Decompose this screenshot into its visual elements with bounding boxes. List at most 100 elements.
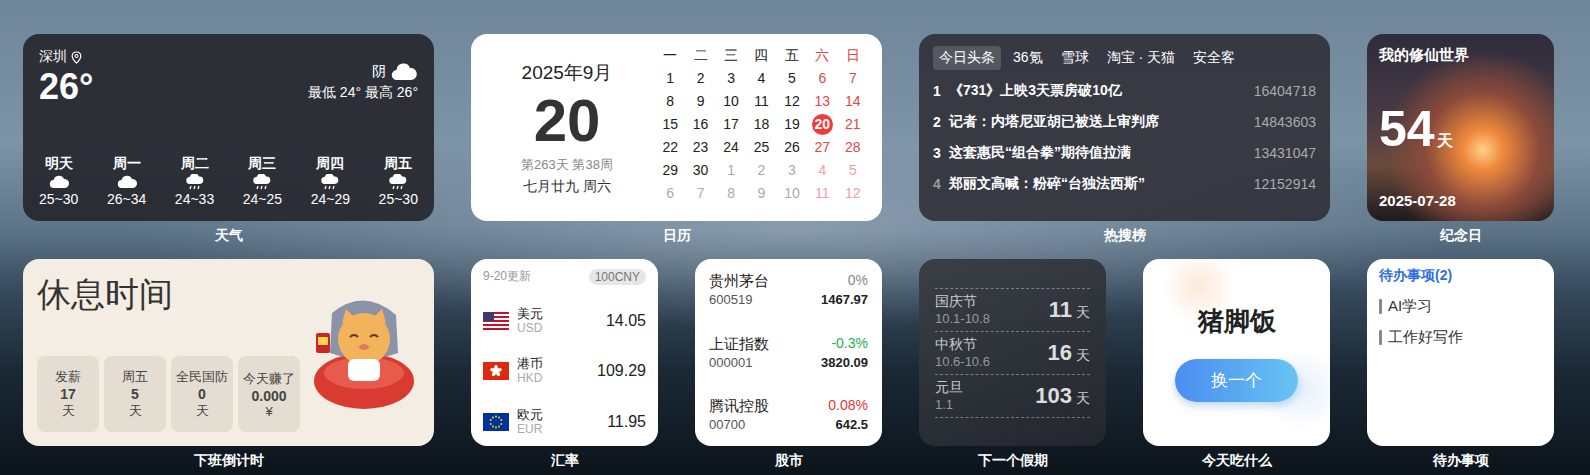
anniversary-date: 2025-07-28 [1379,192,1542,209]
calendar-day[interactable]: 12 [781,91,802,112]
stock-row[interactable]: 贵州茅台6005190%1467.97 [709,271,868,309]
source-tab[interactable]: 雪球 [1055,46,1095,70]
calendar-day[interactable]: 29 [660,160,681,181]
calendar-day[interactable]: 4 [751,68,772,89]
widget-label: 股市 [695,451,882,470]
calendar-day[interactable]: 28 [842,137,863,158]
source-tabs: 今日头条36氪雪球淘宝 · 天猫安全客 [933,46,1316,70]
calendar-day[interactable]: 10 [781,183,802,204]
lunar-date: 七月廿九 周六 [523,178,611,196]
hot-item[interactable]: 3这套惠民“组合拳”期待值拉满13431047 [933,141,1316,165]
source-tab[interactable]: 淘宝 · 天猫 [1101,46,1181,70]
widget-label: 天气 [23,226,434,245]
calendar-day[interactable]: 7 [842,68,863,89]
calendar-day[interactable]: 23 [690,137,711,158]
calendar-day[interactable]: 6 [812,68,833,89]
base-amount[interactable]: 100CNY [589,269,646,285]
todo-card: 待办事项(2) AI学习工作好写作 [1367,259,1554,446]
cloudy-icon [116,174,138,190]
widget-label: 待办事项 [1367,451,1554,470]
city: 深圳 [39,48,93,66]
calendar-day[interactable]: 1 [721,160,742,181]
hot-item[interactable]: 4郑丽文高喊：粉碎“台独法西斯”12152914 [933,172,1316,196]
forecast-day: 周二24~33 [175,155,214,207]
forecast-day: 周一26~34 [107,155,146,207]
calendar-day[interactable]: 18 [751,114,772,135]
widget-label: 下一个假期 [919,451,1106,470]
calendar-day[interactable]: 27 [812,137,833,158]
stock-row[interactable]: 腾讯控股007000.08%642.5 [709,396,868,434]
weather-widget: 深圳26°阴最低 24° 最高 26°明天25~30周一26~34周二24~33… [23,34,434,245]
calendar-day[interactable]: 2 [690,68,711,89]
calendar-day[interactable]: 22 [660,137,681,158]
updated-time: 9-20更新 [483,268,531,285]
rain-icon [184,174,206,190]
holiday-widget: 国庆节10.1-10.811天中秋节10.6-10.616天元旦1.1103天下… [919,259,1106,470]
calendar-day[interactable]: 11 [751,91,772,112]
calendar-day[interactable]: 15 [660,114,681,135]
temp-range: 最低 24° 最高 26° [308,84,418,102]
holiday-row: 国庆节10.1-10.811天 [935,288,1090,331]
source-tab[interactable]: 今日头条 [933,46,1001,70]
calendar-day[interactable]: 19 [781,114,802,135]
calendar-day[interactable]: 16 [690,114,711,135]
source-tab[interactable]: 安全客 [1187,46,1241,70]
widget-label: 下班倒计时 [23,451,434,470]
holiday-card: 国庆节10.1-10.811天中秋节10.6-10.616天元旦1.1103天 [919,259,1106,446]
todo-widget: 待办事项(2) AI学习工作好写作待办事项 [1367,259,1554,470]
exchange-widget: 9-20更新100CNY美元USD14.05港币HKD109.29欧元EUR11… [471,259,658,470]
source-tab[interactable]: 36氪 [1007,46,1049,70]
todo-item[interactable]: 工作好写作 [1379,328,1542,347]
calendar-day[interactable]: 4 [812,160,833,181]
calendar-day[interactable]: 25 [751,137,772,158]
us-flag-icon [483,312,509,330]
calendar-day[interactable]: 9 [690,91,711,112]
holiday-row: 中秋节10.6-10.616天 [935,331,1090,374]
shuffle-button[interactable]: 换一个 [1175,359,1298,402]
calendar-day[interactable]: 3 [721,68,742,89]
calendar-day[interactable]: 3 [781,160,802,181]
calendar-day[interactable]: 17 [721,114,742,135]
calendar-day[interactable]: 20 [812,114,833,135]
calendar-day[interactable]: 24 [721,137,742,158]
day-count: 54天 [1379,100,1542,158]
hot-item[interactable]: 1《731》上映3天票房破10亿16404718 [933,79,1316,103]
calendar-day[interactable]: 21 [842,114,863,135]
calendar-card[interactable]: 2025年9月20第263天 第38周七月廿九 周六一二三四五六日1234567… [471,34,882,221]
widget-label: 热搜榜 [919,226,1330,245]
calendar-day[interactable]: 7 [690,183,711,204]
hot-item[interactable]: 2记者：内塔尼亚胡已被送上审判席14843603 [933,110,1316,134]
calendar-day[interactable]: 5 [781,68,802,89]
forecast-day: 周三24~25 [243,155,282,207]
calendar-day[interactable]: 14 [842,91,863,112]
calendar-day[interactable]: 2 [751,160,772,181]
weekday-header: 四 [751,45,772,66]
weekday-header: 三 [721,45,742,66]
countdown-card[interactable]: 休息时间发薪17天周五5天全民国防0天今天赚了0.000¥ [23,259,434,446]
todo-item[interactable]: AI学习 [1379,297,1542,316]
day-meta: 第263天 第38周 [521,156,613,174]
calendar-day[interactable]: 5 [842,160,863,181]
countdown-widget: 休息时间发薪17天周五5天全民国防0天今天赚了0.000¥ 下班倒计时 [23,259,434,470]
calendar-day[interactable]: 9 [751,183,772,204]
countdown-stat: 今天赚了0.000¥ [238,356,300,432]
calendar-day[interactable]: 30 [690,160,711,181]
todo-title[interactable]: 待办事项(2) [1379,267,1542,285]
calendar-day[interactable]: 6 [660,183,681,204]
weather-card[interactable]: 深圳26°阴最低 24° 最高 26°明天25~30周一26~34周二24~33… [23,34,434,221]
anniversary-card[interactable]: 我的修仙世界54天2025-07-28 [1367,34,1554,221]
calendar-day[interactable]: 8 [721,183,742,204]
month-grid: 一二三四五六日123456789101112131415161718192021… [655,44,868,211]
calendar-day[interactable]: 8 [660,91,681,112]
forecast: 明天25~30周一26~34周二24~33周三24~25周四24~29周五25~… [39,155,418,207]
calendar-day[interactable]: 1 [660,68,681,89]
hot-search-card: 今日头条36氪雪球淘宝 · 天猫安全客 1《731》上映3天票房破10亿16404… [919,34,1330,221]
calendar-day[interactable]: 26 [781,137,802,158]
calendar-day[interactable]: 11 [812,183,833,204]
calendar-day[interactable]: 13 [812,91,833,112]
rest-title: 休息时间 [37,273,300,315]
calendar-day[interactable]: 12 [842,183,863,204]
condition: 阴 [308,62,418,82]
stock-row[interactable]: 上证指数000001-0.3%3820.09 [709,334,868,372]
calendar-day[interactable]: 10 [721,91,742,112]
